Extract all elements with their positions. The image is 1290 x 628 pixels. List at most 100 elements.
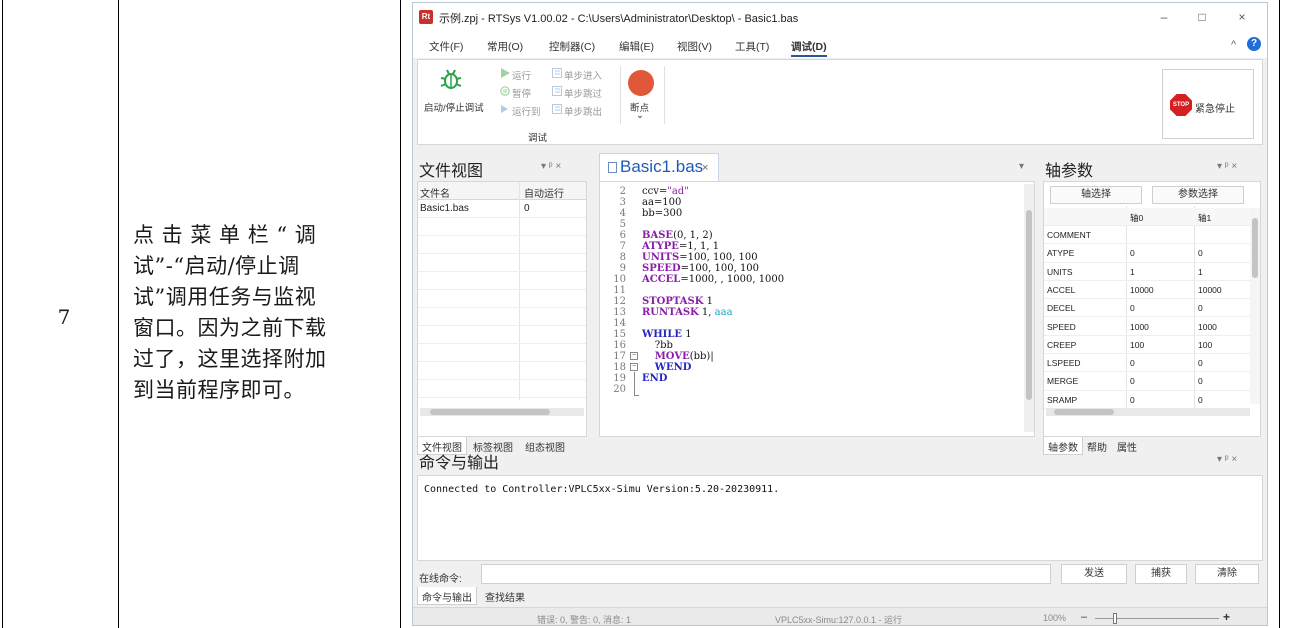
param-value[interactable]: 100	[1130, 340, 1144, 350]
minimize-button[interactable]: –	[1149, 7, 1179, 27]
tab-basic1-bas[interactable]: Basic1.bas ×	[599, 153, 719, 181]
param-value[interactable]: 0	[1198, 303, 1203, 313]
param-value[interactable]: 1	[1198, 267, 1203, 277]
step-into-button[interactable]: 单步进入	[564, 68, 602, 82]
app-logo-icon: Rt	[419, 10, 433, 24]
fold-toggle-icon[interactable]: −	[630, 363, 638, 371]
menu-common[interactable]: 常用(O)	[487, 39, 523, 54]
param-value[interactable]: 0	[1130, 303, 1135, 313]
axis-param-row[interactable]: ACCEL 10000 10000	[1044, 281, 1250, 300]
scroll-thumb[interactable]	[430, 409, 550, 415]
axis-param-row[interactable]: COMMENT	[1044, 226, 1250, 245]
axis-params-pane-controls[interactable]: ▾ ᵖ ×	[1217, 161, 1237, 172]
zoom-out-button[interactable]: –	[1081, 611, 1087, 623]
col-autorun[interactable]: 自动运行	[524, 185, 564, 200]
line-number: 6	[619, 230, 626, 241]
send-button[interactable]: 发送	[1061, 564, 1127, 584]
chevron-down-icon[interactable]: ⌄	[636, 110, 644, 121]
code-line: 3 aa=100	[600, 197, 1034, 208]
file-view-pane-controls[interactable]: ▾ ᵖ ×	[541, 161, 561, 172]
param-value[interactable]: 0	[1198, 248, 1203, 258]
help-icon[interactable]: ?	[1247, 37, 1261, 51]
axis-param-row[interactable]: UNITS 1 1	[1044, 263, 1250, 281]
code-line: 17 MOVE(bb)|	[600, 351, 1034, 362]
bug-icon[interactable]	[438, 66, 464, 92]
close-button[interactable]: ×	[1227, 7, 1257, 27]
step-over-button[interactable]: 单步跳过	[564, 86, 602, 100]
param-value[interactable]: 10000	[1130, 285, 1154, 295]
tab-axis-params[interactable]: 轴参数	[1043, 437, 1083, 455]
ribbon-collapse-icon[interactable]: ^	[1231, 39, 1236, 51]
param-value[interactable]: 10000	[1198, 285, 1222, 295]
emergency-stop-button[interactable]: STOP 紧急停止	[1162, 69, 1254, 139]
param-value[interactable]: 0	[1198, 358, 1203, 368]
axis-select-button[interactable]: 轴选择	[1050, 186, 1142, 204]
axis-params-vscroll[interactable]	[1250, 208, 1260, 404]
line-number: 4	[619, 208, 626, 219]
scroll-thumb[interactable]	[1026, 210, 1032, 400]
param-value[interactable]: 0	[1198, 395, 1203, 405]
tab-search-results[interactable]: 查找结果	[481, 587, 529, 605]
capture-button[interactable]: 捕获	[1135, 564, 1187, 584]
tab-config-view[interactable]: 组态视图	[521, 437, 569, 455]
file-view-hscroll[interactable]	[420, 408, 584, 416]
title-bar[interactable]: Rt 示例.zpj - RTSys V1.00.02 - C:\Users\Ad…	[413, 3, 1267, 31]
clear-button[interactable]: 清除	[1195, 564, 1259, 584]
run-button[interactable]: 运行	[512, 68, 531, 82]
maximize-button[interactable]: □	[1187, 7, 1217, 27]
menu-tools[interactable]: 工具(T)	[735, 39, 769, 54]
col-axis1[interactable]: 轴1	[1198, 212, 1211, 224]
axis-param-row[interactable]: CREEP 100 100	[1044, 336, 1250, 355]
param-value[interactable]: 1	[1130, 267, 1135, 277]
axis-param-row[interactable]: SPEED 1000 1000	[1044, 318, 1250, 336]
step-out-button[interactable]: 单步跳出	[564, 104, 602, 118]
scroll-thumb[interactable]	[1054, 409, 1114, 415]
fold-toggle-icon[interactable]: −	[630, 352, 638, 360]
pause-button[interactable]: 暂停	[512, 86, 531, 100]
console-pane-controls[interactable]: ▾ ᵖ ×	[1217, 454, 1237, 465]
close-tab-icon[interactable]: ×	[702, 162, 708, 174]
menu-edit[interactable]: 编辑(E)	[619, 39, 654, 54]
file-name-cell[interactable]: Basic1.bas	[420, 203, 469, 214]
col-file-name[interactable]: 文件名	[420, 185, 450, 200]
menu-file[interactable]: 文件(F)	[429, 39, 463, 54]
param-value[interactable]: 0	[1130, 248, 1135, 258]
axis-params-hscroll[interactable]	[1046, 408, 1250, 416]
param-value[interactable]: 0	[1130, 395, 1135, 405]
param-value[interactable]: 0	[1130, 358, 1135, 368]
menu-controller[interactable]: 控制器(C)	[549, 39, 595, 54]
code-text: SPEED=100, 100, 100	[642, 263, 760, 274]
start-stop-debug-button[interactable]: 启动/停止调试	[424, 100, 484, 114]
command-input[interactable]	[481, 564, 1051, 584]
editor-vscroll[interactable]	[1024, 184, 1034, 432]
axis-param-row[interactable]: DECEL 0 0	[1044, 299, 1250, 318]
scroll-thumb[interactable]	[1252, 218, 1258, 278]
menu-view[interactable]: 视图(V)	[677, 39, 712, 54]
autorun-cell[interactable]: 0	[524, 203, 530, 214]
param-value[interactable]: 1000	[1130, 322, 1149, 332]
run-to-button[interactable]: 运行到	[512, 104, 541, 118]
tab-properties[interactable]: 属性	[1113, 437, 1141, 455]
col-axis0[interactable]: 轴0	[1130, 212, 1143, 224]
param-value[interactable]: 100	[1198, 340, 1212, 350]
axis-param-row[interactable]: MERGE 0 0	[1044, 372, 1250, 391]
code-editor[interactable]: 2 ccv="ad" 3 aa=100 4 bb=300 5 6 BASE(0, 1, 2) 7 A…	[599, 181, 1035, 437]
param-value[interactable]: 0	[1130, 376, 1135, 386]
param-name: LSPEED	[1047, 358, 1081, 369]
tab-command-output[interactable]: 命令与输出	[417, 587, 477, 605]
axis-param-row[interactable]: ATYPE 0 0	[1044, 244, 1250, 263]
menu-debug[interactable]: 调试(D)	[791, 39, 827, 57]
zoom-in-button[interactable]: +	[1223, 610, 1230, 624]
editor-tab-dropdown[interactable]: ▾	[1019, 161, 1024, 172]
zoom-slider-thumb[interactable]	[1113, 613, 1117, 624]
console-title: 命令与输出	[419, 455, 500, 472]
breakpoint-icon[interactable]	[628, 70, 654, 96]
param-select-button[interactable]: 参数选择	[1152, 186, 1244, 204]
code-text: WEND	[654, 362, 692, 373]
axis-param-row[interactable]: SRAMP 0 0	[1044, 391, 1250, 409]
editor-tab-label: Basic1.bas	[620, 157, 704, 176]
param-value[interactable]: 0	[1198, 376, 1203, 386]
tab-help[interactable]: 帮助	[1083, 437, 1111, 455]
param-value[interactable]: 1000	[1198, 322, 1217, 332]
axis-param-row[interactable]: LSPEED 0 0	[1044, 354, 1250, 373]
